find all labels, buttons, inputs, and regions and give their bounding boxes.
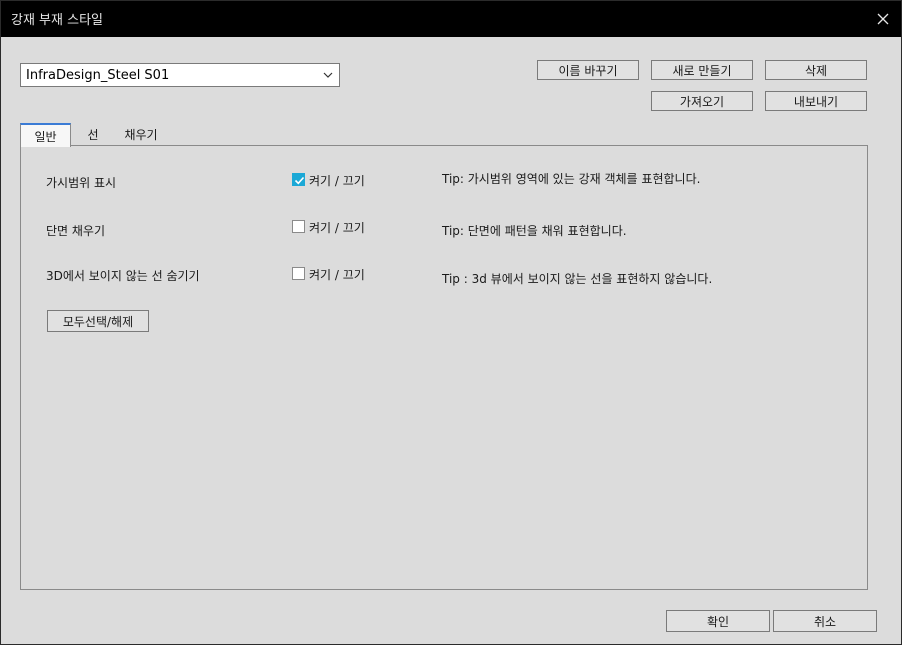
select-all-button[interactable]: 모두선택/해제: [47, 310, 149, 332]
hide-lines-checkbox[interactable]: [292, 267, 305, 280]
option-label-visible-range: 가시범위 표시: [46, 176, 117, 190]
rename-button[interactable]: 이름 바꾸기: [537, 60, 639, 80]
window-title: 강재 부재 스타일: [11, 13, 103, 28]
dropdown-arrow[interactable]: [319, 66, 337, 84]
option-label-hide-lines: 3D에서 보이지 않는 선 숨기기: [46, 269, 200, 283]
dialog-window: 강재 부재 스타일 InfraDesign_Steel S01 이름 바꾸기 새…: [0, 0, 902, 645]
check-icon: [294, 176, 305, 185]
visible-range-toggle-label: 켜기 / 끄기: [309, 174, 365, 188]
visible-range-checkbox[interactable]: [292, 173, 305, 186]
option-label-section-fill: 단면 채우기: [46, 224, 106, 238]
section-fill-toggle-label: 켜기 / 끄기: [309, 221, 365, 235]
export-button[interactable]: 내보내기: [765, 91, 867, 111]
delete-button[interactable]: 삭제: [765, 60, 867, 80]
style-select[interactable]: InfraDesign_Steel S01: [20, 63, 340, 87]
ok-button[interactable]: 확인: [666, 610, 770, 632]
close-icon: [877, 13, 889, 25]
hide-lines-tip: Tip : 3d 뷰에서 보이지 않는 선을 표현하지 않습니다.: [442, 272, 713, 286]
close-button[interactable]: [869, 5, 897, 33]
visible-range-tip: Tip: 가시범위 영역에 있는 강재 객체를 표현합니다.: [442, 172, 701, 186]
tab-fill[interactable]: 채우기: [117, 123, 165, 145]
section-fill-tip: Tip: 단면에 패턴을 채워 표현합니다.: [442, 224, 627, 238]
chevron-down-icon: [323, 72, 333, 78]
title-bar[interactable]: 강재 부재 스타일: [1, 1, 901, 37]
tab-general[interactable]: 일반: [20, 123, 71, 147]
tab-line[interactable]: 선: [79, 123, 107, 145]
new-button[interactable]: 새로 만들기: [651, 60, 753, 80]
import-button[interactable]: 가져오기: [651, 91, 753, 111]
section-fill-checkbox[interactable]: [292, 220, 305, 233]
style-select-value: InfraDesign_Steel S01: [26, 68, 170, 83]
cancel-button[interactable]: 취소: [773, 610, 877, 632]
general-tab-panel: 가시범위 표시 켜기 / 끄기 Tip: 가시범위 영역에 있는 강재 객체를 …: [20, 145, 868, 590]
hide-lines-toggle-label: 켜기 / 끄기: [309, 268, 365, 282]
